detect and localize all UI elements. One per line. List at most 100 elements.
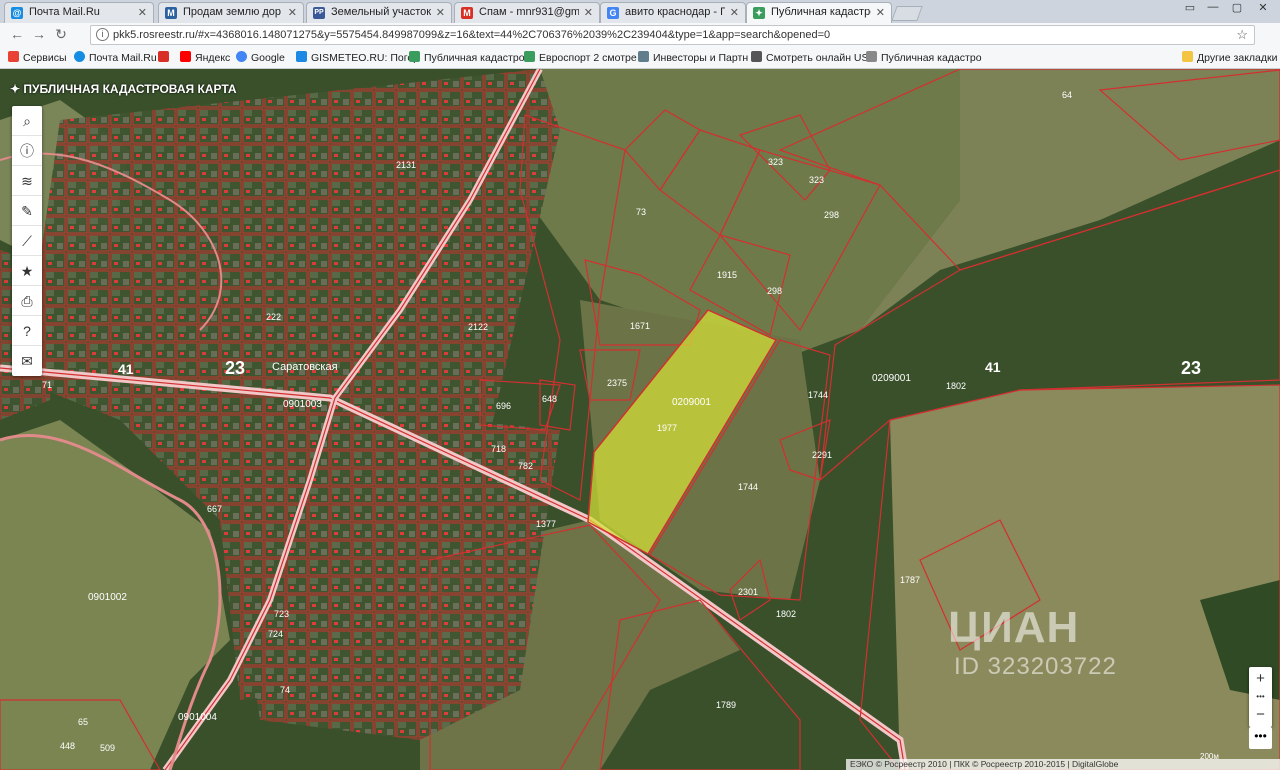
bookmark-mail[interactable]: Почта Mail.Ru [74,51,157,64]
parcel-label: 71 [42,380,52,390]
folder-icon [1182,51,1193,62]
parcel-label: 298 [767,286,782,296]
zoom-control: + ••• − [1249,667,1272,727]
parcel-label: 1744 [808,390,828,400]
zoom-in-button[interactable]: + [1249,667,1272,691]
quarter-label: 0209001 [672,397,711,408]
bookmark-gmail[interactable] [158,51,173,64]
url-text: pkk5.rosreestr.ru/#x=4368016.148071275&y… [113,29,831,41]
star-icon[interactable]: ★ [12,256,42,286]
bookmark-label: Публичная кадастро [881,52,982,64]
watermark-id: ID 323203722 [954,653,1117,680]
close-icon[interactable]: ✕ [138,6,147,19]
bookmark-gismeteo[interactable]: GISMETEO.RU: Погор [296,51,419,64]
quarter-label: 0901003 [283,399,322,410]
search-icon[interactable]: ⌕ [12,106,42,136]
window-close-icon[interactable]: ✕ [1250,1,1276,17]
parcel-label: 2131 [396,160,416,170]
parcel-label: 2375 [607,378,627,388]
parcel-label: 648 [542,394,557,404]
help-icon[interactable]: ? [12,316,42,346]
bookmark-watch-online[interactable]: Смотреть онлайн US [751,51,869,64]
minimize-icon[interactable]: — [1200,1,1226,17]
parcel-label: 667 [207,504,222,514]
site-info-icon[interactable]: i [96,28,109,41]
tab-cadastral-map[interactable]: ✦ Публичная кадастрова ✕ [746,2,892,23]
bookmark-label: Сервисы [23,52,67,64]
pencil-icon[interactable]: ✎ [12,196,42,226]
bookmark-label: Смотреть онлайн US [766,52,869,64]
tab-mail[interactable]: @ Почта Mail.Ru ✕ [4,2,154,23]
tab-label: Публичная кадастрова [771,6,871,18]
more-options-button[interactable]: ••• [1249,727,1272,749]
close-icon[interactable]: ✕ [584,6,593,19]
parcel-label: 1789 [716,700,736,710]
bookmark-label: GISMETEO.RU: Погор [311,52,420,64]
tab-land-plot[interactable]: PP Земельный участок на ✕ [306,2,452,23]
bookmark-eurosport[interactable]: Евроспорт 2 смотре [524,51,637,64]
print-icon[interactable]: ⎙ [12,286,42,316]
bookmark-star-icon[interactable]: ☆ [1236,27,1248,43]
parcel-label: 222 [266,312,281,322]
bookmark-label: Почта Mail.Ru [89,52,157,64]
bookmark-other[interactable]: Другие закладки [1182,51,1277,64]
bookmark-cadastral[interactable]: Публичная кадастро [409,51,525,64]
bookmark-apps[interactable]: Сервисы [8,51,67,64]
district-label: 41 [985,359,1001,375]
parcel-label: 448 [60,741,75,751]
maximize-icon[interactable]: ▢ [1224,1,1250,17]
gmail-icon [158,51,169,62]
rosreestr-icon [524,51,535,62]
parcel-label: 65 [78,717,88,727]
bookmark-label: Инвесторы и Партн [653,52,749,64]
close-icon[interactable]: ✕ [436,6,445,19]
bookmarks-bar: Сервисы Почта Mail.Ru Яндекс Google GISM… [0,47,1280,69]
parcel-label: 1802 [946,381,966,391]
district-label: 23 [1181,358,1201,378]
parcel-label: 2301 [738,587,758,597]
address-bar[interactable]: i pkk5.rosreestr.ru/#x=4368016.148071275… [90,25,1255,45]
parcel-label: 323 [809,175,824,185]
tab-label: Земельный участок на [331,6,431,18]
mail-icon[interactable]: ✉ [12,346,42,376]
parcel-label: 64 [1062,90,1072,100]
bookmark-label: Публичная кадастро [424,52,525,64]
quarter-label: 0901004 [178,712,217,723]
parcel-label: 1744 [738,482,758,492]
bookmark-google[interactable]: Google [236,51,285,64]
bookmark-yandex[interactable]: Яндекс [180,51,230,64]
parcel-label: 73 [636,207,646,217]
reload-icon[interactable]: ↻ [52,26,70,43]
zoom-out-button[interactable]: − [1249,703,1272,727]
triangle-icon [751,51,762,62]
attribution: ЕЭКО © Росреестр 2010 | ПКК © Росреестр … [846,759,1280,770]
tab-sell-land[interactable]: M Продам землю дор Авт ✕ [158,2,304,23]
app-title-text: ПУБЛИЧНАЯ КАДАСТРОВАЯ КАРТА [23,82,237,96]
parcel-label: 509 [100,743,115,753]
close-icon[interactable]: ✕ [730,6,739,19]
parcel-label: 2122 [468,322,488,332]
apps-grid-icon [8,51,19,62]
cadastral-map[interactable]: 41 23 41 23 Саратовская 0901003 0901002 … [0,69,1280,770]
close-icon[interactable]: ✕ [288,6,297,19]
tab-google-search[interactable]: Gавито краснодар - Пои ✕ [600,2,746,23]
quarter-label: 0209001 [872,373,911,384]
field-southeast [890,385,1280,770]
tab-label: Спам - mnr931@gmail.c [479,6,579,18]
tab-gmail-spam[interactable]: M Спам - mnr931@gmail.c ✕ [454,2,600,23]
parcel-label: 718 [491,444,506,454]
new-tab-button[interactable] [891,6,923,21]
gismeteo-icon [296,51,307,62]
bookmark-investors[interactable]: Инвесторы и Партн [638,51,748,64]
ruler-icon[interactable]: ⟋ [12,226,42,256]
bookmark-cadastral-2[interactable]: Публичная кадастро [866,51,982,64]
info-icon[interactable]: ⓘ [12,136,42,166]
parcel-label: 1787 [900,575,920,585]
back-icon[interactable]: ← [8,26,26,42]
forward-icon[interactable]: → [30,26,48,42]
layers-icon[interactable]: ≋ [12,166,42,196]
close-icon[interactable]: ✕ [876,6,885,19]
parcel-label: 1977 [657,423,677,433]
bookmark-label: Другие закладки [1197,52,1278,64]
yandex-icon [180,51,191,62]
